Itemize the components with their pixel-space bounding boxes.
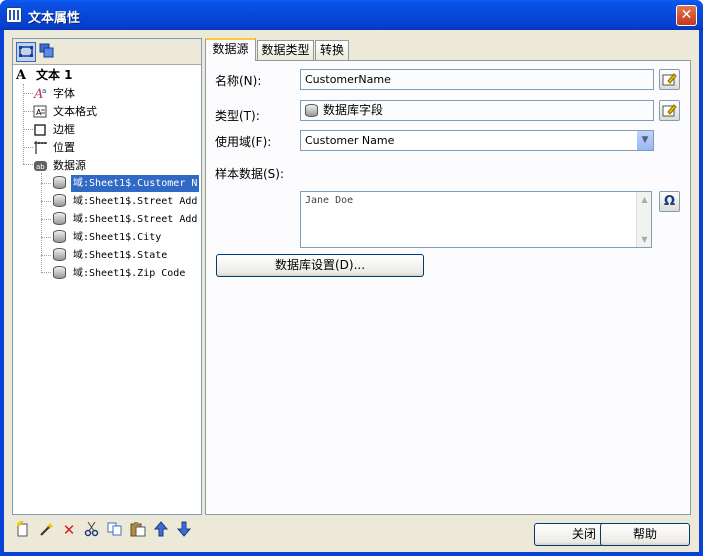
domain-select[interactable]: Customer Name ▼ <box>300 130 654 151</box>
copy-icon[interactable] <box>106 521 124 539</box>
scroll-up-icon[interactable]: ▲ <box>637 192 652 207</box>
name-field[interactable]: CustomerName <box>300 69 654 90</box>
name-label: 名称(N): <box>215 74 262 88</box>
database-field-icon <box>53 176 68 191</box>
svg-text:a: a <box>42 87 46 95</box>
title-bar[interactable]: 文本属性 ✕ <box>0 0 703 30</box>
tree-view-icon[interactable] <box>16 42 36 62</box>
properties-tree-panel: A 文本 1 Aa 字体 A 文本格式 边框 位置 ab 数据源 域:Sheet… <box>12 38 202 515</box>
position-icon <box>33 140 48 155</box>
properties-tree: A 文本 1 Aa 字体 A 文本格式 边框 位置 ab 数据源 域:Sheet… <box>13 65 201 279</box>
wand-icon[interactable] <box>37 521 55 539</box>
font-icon: Aa <box>33 86 48 102</box>
new-item-icon[interactable] <box>14 520 32 539</box>
tree-field-item[interactable]: 域:Sheet1$.State <box>53 247 201 264</box>
tab-datasource[interactable]: 数据源 <box>205 38 256 61</box>
scroll-down-icon[interactable]: ▼ <box>637 232 652 247</box>
cut-icon[interactable] <box>83 521 101 539</box>
sample-data-textarea[interactable]: Jane Doe ▲ ▼ <box>300 191 652 248</box>
tree-field-item[interactable]: 域:Sheet1$.Street Add <box>53 211 201 228</box>
chevron-down-icon[interactable]: ▼ <box>636 131 653 150</box>
database-field-icon <box>53 266 68 281</box>
app-icon <box>6 7 22 23</box>
paste-icon[interactable] <box>129 521 147 539</box>
omega-icon[interactable]: Ω <box>659 191 680 212</box>
layers-icon[interactable] <box>38 42 58 62</box>
database-field-icon <box>53 194 68 209</box>
tree-field-item[interactable]: 域:Sheet1$.Zip Code <box>53 265 201 282</box>
database-field-icon <box>53 248 68 263</box>
database-field-icon <box>53 212 68 227</box>
edit-icon <box>662 104 677 117</box>
move-down-icon[interactable] <box>175 521 193 539</box>
border-icon <box>33 122 48 137</box>
datasource-icon: ab <box>33 158 48 173</box>
database-settings-button[interactable]: 数据库设置(D)... <box>216 254 424 277</box>
svg-text:ab: ab <box>36 163 45 171</box>
domain-label: 使用域(F): <box>215 135 272 149</box>
tree-actions-toolbar: ✕ <box>12 517 202 545</box>
text-format-icon: A <box>33 104 48 119</box>
text-object-icon: A <box>16 68 27 83</box>
help-button[interactable]: 帮助 <box>600 523 690 546</box>
database-field-icon <box>53 230 68 245</box>
type-label: 类型(T): <box>215 109 260 123</box>
delete-icon[interactable]: ✕ <box>60 521 78 539</box>
text-properties-dialog: 文本属性 ✕ A 文本 1 A a 字体 A 文本格式 边框 位置 ab 数据源… <box>0 0 703 556</box>
type-field[interactable]: 数据库字段 <box>300 100 654 121</box>
dialog-body: A 文本 1 Aa 字体 A 文本格式 边框 位置 ab 数据源 域:Sheet… <box>4 30 699 552</box>
name-edit-button[interactable] <box>659 69 680 90</box>
tree-field-item[interactable]: 域:Sheet1$.Customer N <box>53 175 201 192</box>
datasource-panel: 名称(N): CustomerName 类型(T): 数据库字段 使用域(F):… <box>205 60 691 515</box>
sample-label: 样本数据(S): <box>215 167 285 181</box>
tab-transform[interactable]: 转换 <box>315 40 349 60</box>
sample-scrollbar[interactable]: ▲ ▼ <box>636 192 651 247</box>
tab-data-type[interactable]: 数据类型 <box>257 40 314 60</box>
database-field-icon <box>305 104 318 117</box>
tree-field-item[interactable]: 域:Sheet1$.Street Add <box>53 193 201 210</box>
tree-toolbar <box>13 39 201 65</box>
close-icon[interactable]: ✕ <box>676 5 697 26</box>
window-title: 文本属性 <box>28 11 81 26</box>
tree-field-item[interactable]: 域:Sheet1$.City <box>53 229 201 246</box>
edit-icon <box>662 73 677 86</box>
move-up-icon[interactable] <box>152 521 170 539</box>
type-edit-button[interactable] <box>659 100 680 121</box>
